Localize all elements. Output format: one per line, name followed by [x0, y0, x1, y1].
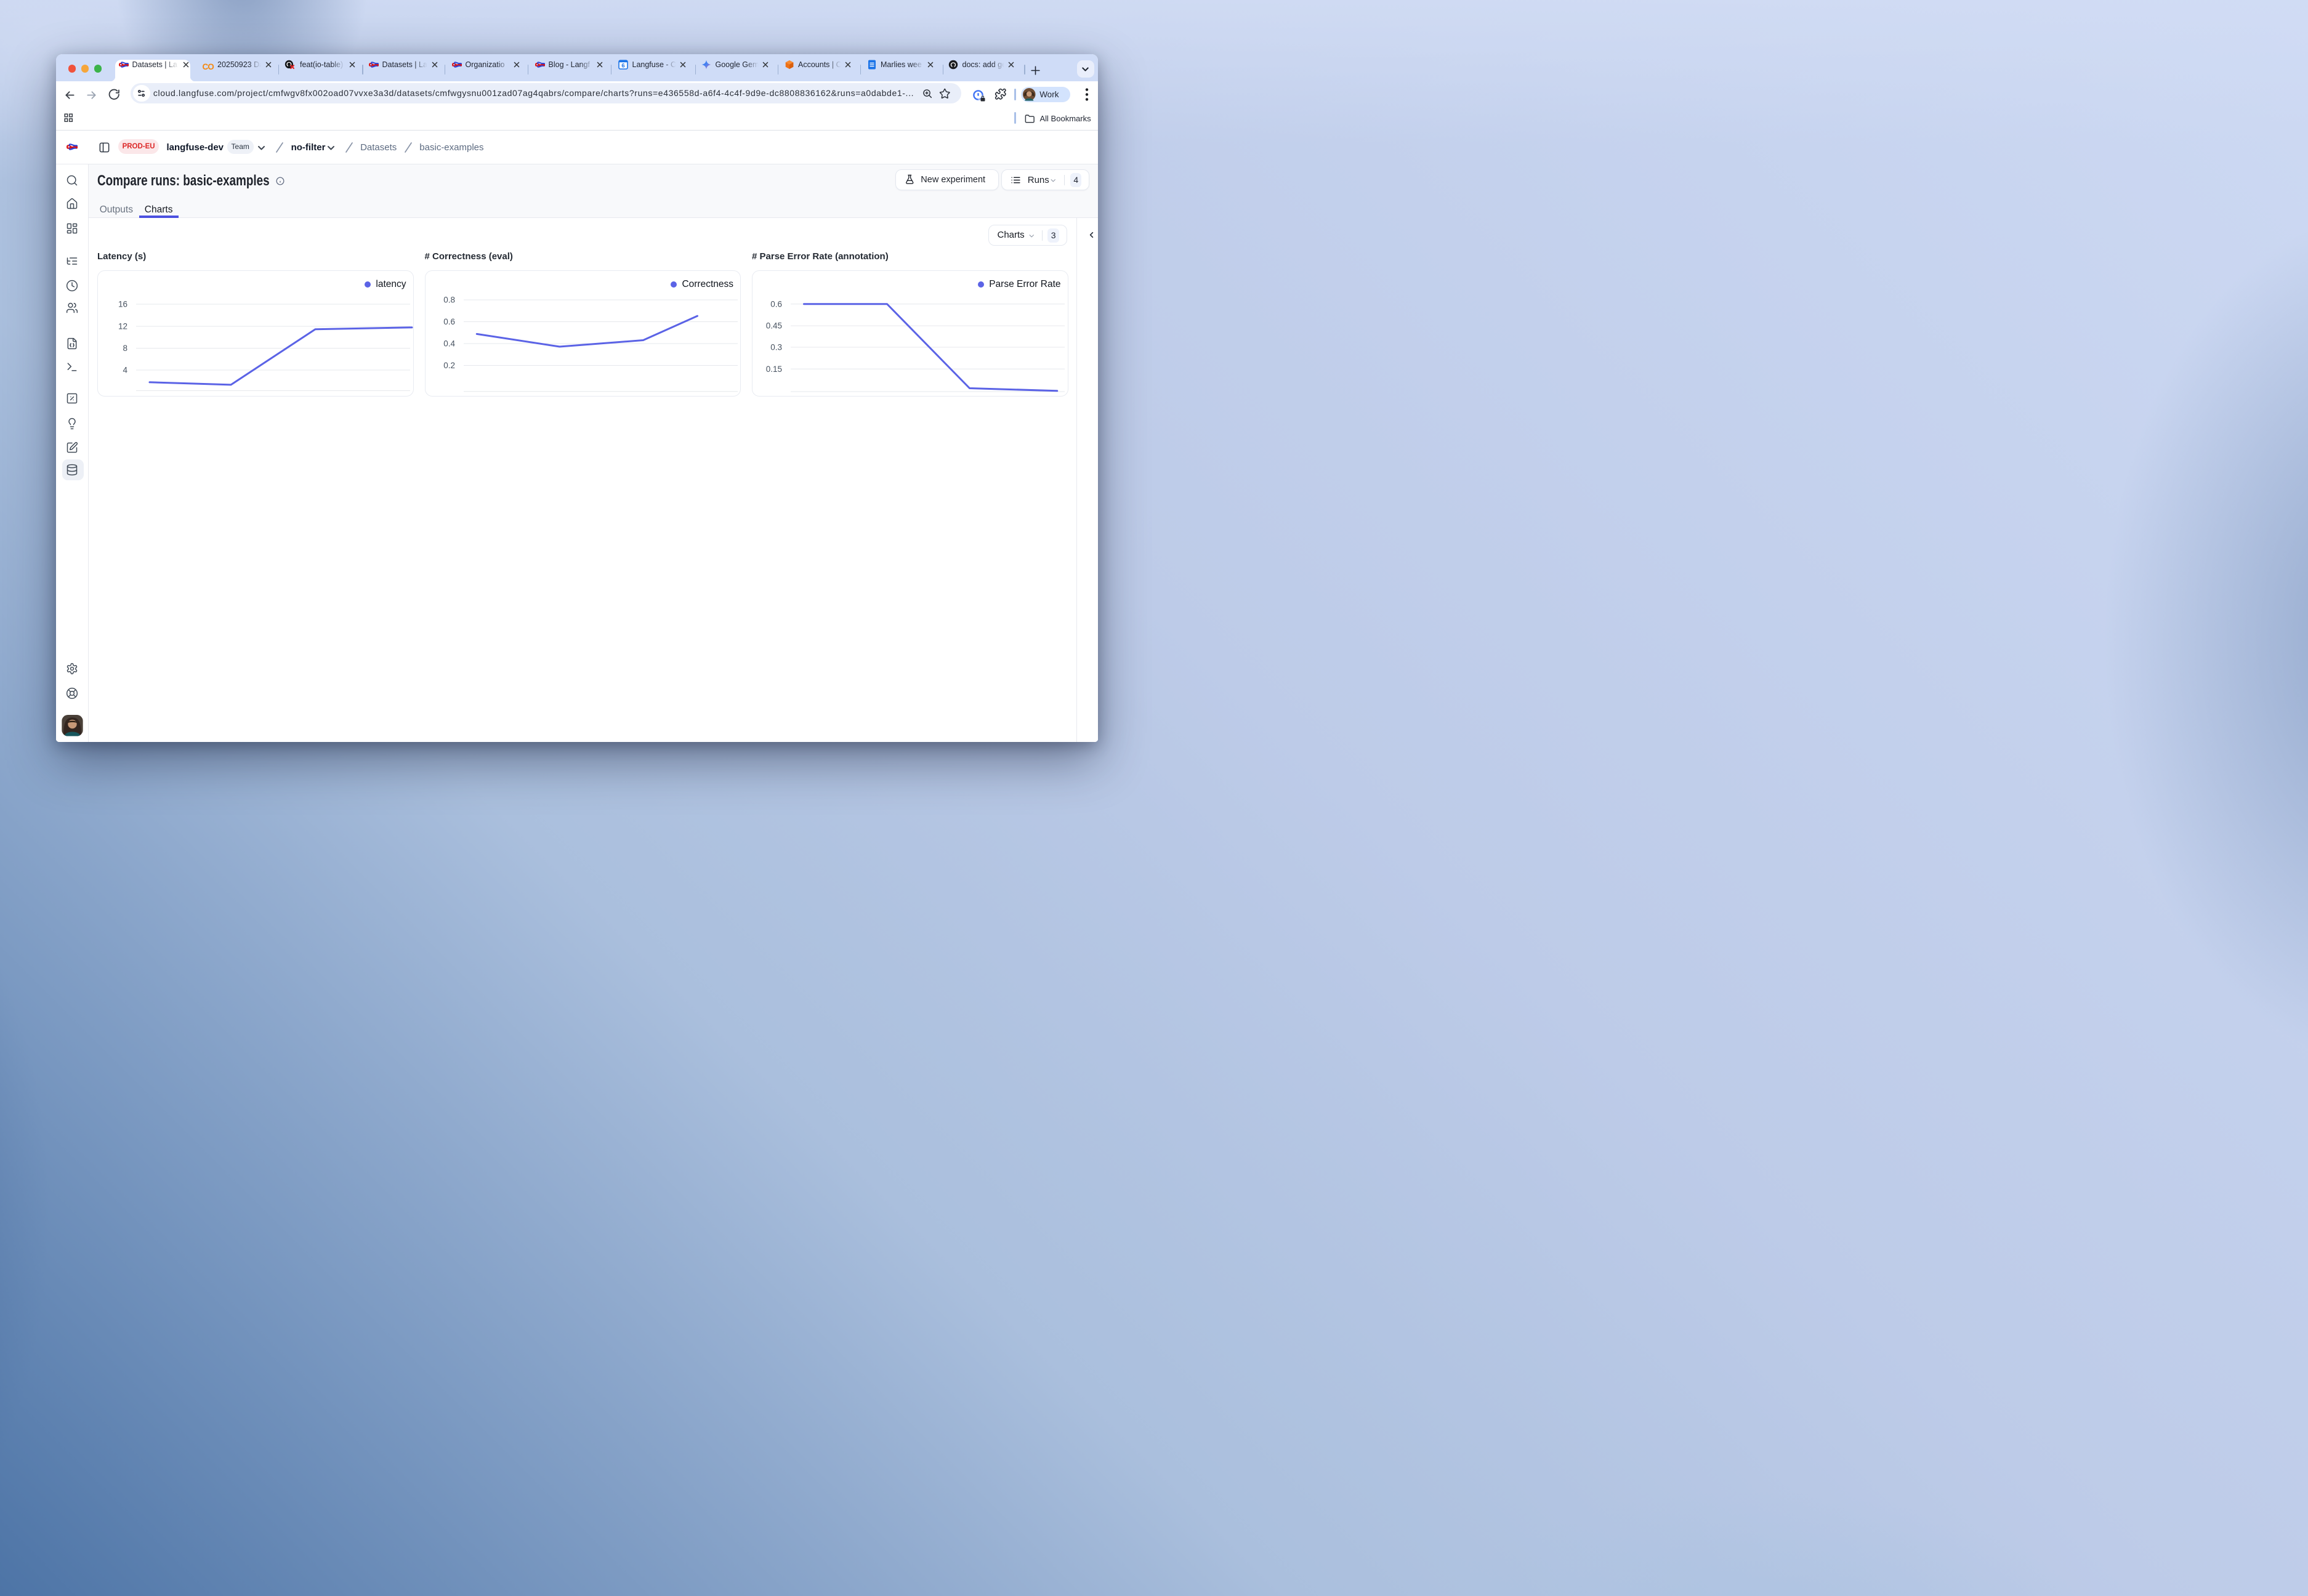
- svg-text:4: 4: [123, 365, 127, 374]
- svg-text:0.4: 0.4: [443, 339, 455, 348]
- svg-text:0.8: 0.8: [443, 295, 455, 304]
- svg-text:8: 8: [123, 344, 127, 353]
- svg-text:16: 16: [118, 299, 127, 308]
- svg-text:0.2: 0.2: [443, 361, 455, 370]
- svg-text:0.6: 0.6: [443, 317, 455, 326]
- svg-text:12: 12: [118, 321, 127, 331]
- svg-text:0.45: 0.45: [766, 321, 782, 330]
- svg-text:0.6: 0.6: [770, 299, 782, 308]
- svg-text:0.15: 0.15: [766, 364, 782, 373]
- svg-text:0.3: 0.3: [770, 342, 782, 352]
